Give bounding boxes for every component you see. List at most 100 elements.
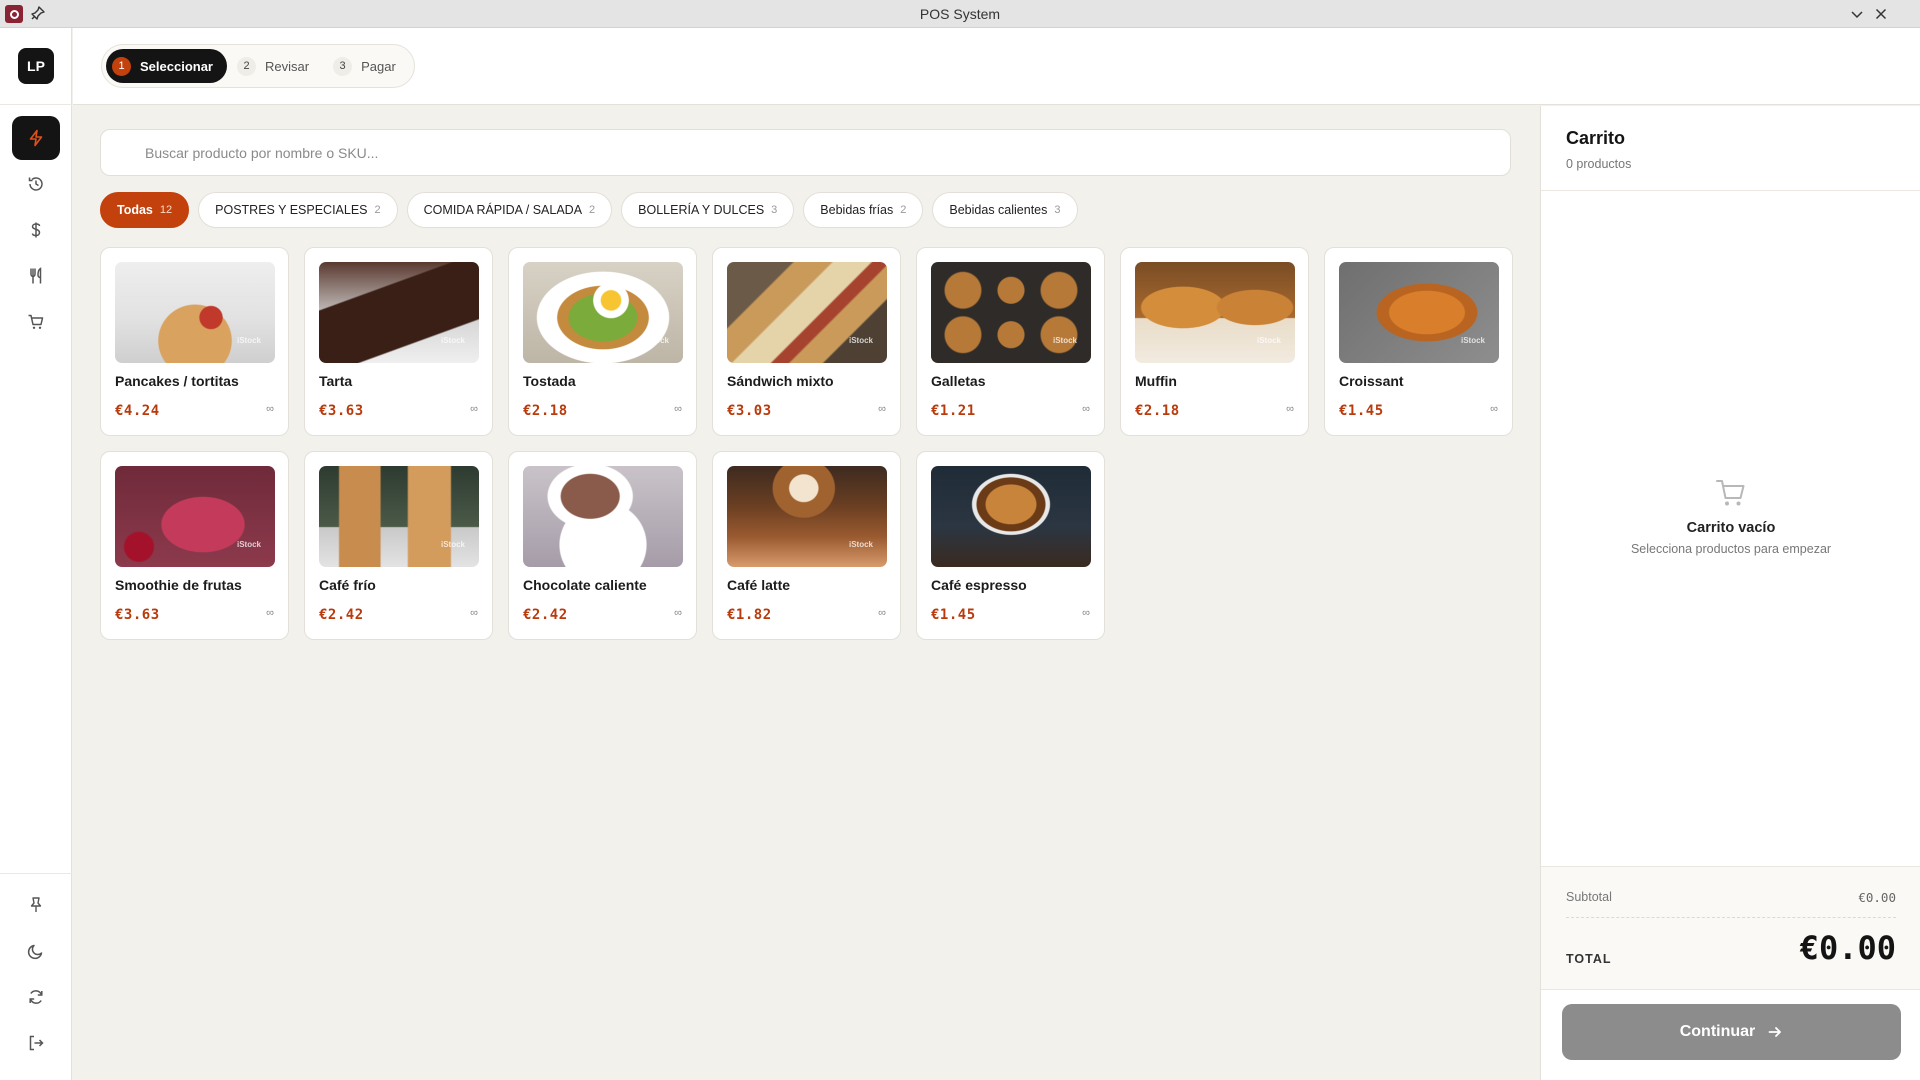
product-card[interactable]: iStock Café latte €1.82 ∞ bbox=[712, 451, 901, 640]
product-stock: ∞ bbox=[470, 403, 478, 415]
utensils-icon bbox=[30, 267, 42, 284]
step-review[interactable]: 2 Revisar bbox=[231, 49, 323, 83]
product-image: iStock bbox=[115, 466, 275, 567]
rail-item-sell[interactable] bbox=[12, 116, 60, 160]
product-image: iStock bbox=[319, 262, 479, 363]
product-image: iStock bbox=[319, 466, 479, 567]
product-name: Tarta bbox=[319, 373, 353, 389]
image-watermark: iStock bbox=[644, 336, 669, 345]
product-name: Sándwich mixto bbox=[727, 373, 834, 389]
cart-item-count: 0 productos bbox=[1566, 157, 1632, 171]
step-pay[interactable]: 3 Pagar bbox=[327, 49, 410, 83]
category-chip-fast-food[interactable]: COMIDA RÁPIDA / SALADA 2 bbox=[406, 192, 613, 228]
empty-cart-title: Carrito vacío bbox=[1686, 520, 1776, 536]
pin-icon bbox=[30, 897, 42, 912]
product-stock: ∞ bbox=[1490, 403, 1498, 415]
step-label: Pagar bbox=[361, 58, 396, 74]
product-stock: ∞ bbox=[878, 607, 886, 619]
rail-divider bbox=[0, 104, 72, 105]
product-card[interactable]: iStock Muffin €2.18 ∞ bbox=[1120, 247, 1309, 436]
lightning-icon bbox=[29, 129, 43, 147]
product-image: iStock bbox=[727, 466, 887, 567]
rail-divider-bottom bbox=[0, 873, 72, 874]
product-price: €3.63 bbox=[115, 607, 160, 623]
rail-item-history[interactable] bbox=[12, 162, 60, 206]
product-name: Café latte bbox=[727, 577, 791, 593]
cart-panel: Carrito 0 productos Carrito vacío Selecc… bbox=[1540, 106, 1920, 1080]
product-card[interactable]: iStock Galletas €1.21 ∞ bbox=[916, 247, 1105, 436]
product-name: Smoothie de frutas bbox=[115, 577, 242, 593]
product-price: €1.82 bbox=[727, 607, 772, 623]
cart-empty-state: Carrito vacío Selecciona productos para … bbox=[1541, 476, 1920, 556]
chip-count: 2 bbox=[900, 204, 907, 216]
category-chip-pastries[interactable]: BOLLERÍA Y DULCES 3 bbox=[621, 192, 795, 228]
product-card[interactable]: iStock Croissant €1.45 ∞ bbox=[1324, 247, 1513, 436]
product-image: iStock bbox=[115, 262, 275, 363]
product-card[interactable]: iStock Smoothie de frutas €3.63 ∞ bbox=[100, 451, 289, 640]
empty-cart-subtitle: Selecciona productos para empezar bbox=[1630, 542, 1832, 556]
product-card[interactable]: iStock Tostada €2.18 ∞ bbox=[508, 247, 697, 436]
rail-item-menu[interactable] bbox=[12, 254, 60, 298]
image-watermark: iStock bbox=[236, 336, 261, 345]
product-price: €2.42 bbox=[319, 607, 364, 623]
search-box bbox=[100, 129, 1511, 176]
product-card[interactable]: iStock Pancakes / tortitas €4.24 ∞ bbox=[100, 247, 289, 436]
category-filter: Todas 12 POSTRES Y ESPECIALES 2 COMIDA RÁP… bbox=[100, 192, 1078, 228]
top-header: 1 Seleccionar 2 Revisar 3 Pagar bbox=[73, 28, 1920, 105]
continue-button[interactable]: Continuar bbox=[1562, 1004, 1901, 1060]
chip-label: Bebidas frías bbox=[820, 203, 894, 217]
image-watermark: iStock bbox=[848, 540, 873, 549]
rail-item-pin[interactable] bbox=[12, 883, 60, 927]
rail-item-cart[interactable] bbox=[12, 300, 60, 344]
dollar-icon bbox=[31, 222, 41, 238]
close-icon[interactable] bbox=[1873, 6, 1889, 22]
product-stock: ∞ bbox=[674, 607, 682, 619]
image-watermark: iStock bbox=[440, 336, 465, 345]
product-stock: ∞ bbox=[878, 403, 886, 415]
chip-label: Bebidas calientes bbox=[949, 203, 1048, 217]
product-image bbox=[523, 466, 683, 567]
product-card[interactable]: iStock Tarta €3.63 ∞ bbox=[304, 247, 493, 436]
product-card[interactable]: iStock Sándwich mixto €3.03 ∞ bbox=[712, 247, 901, 436]
rail-item-logout[interactable] bbox=[12, 1021, 60, 1065]
subtotal-label: Subtotal bbox=[1566, 890, 1612, 904]
product-price: €1.21 bbox=[931, 403, 976, 419]
product-price: €3.03 bbox=[727, 403, 772, 419]
product-price: €2.18 bbox=[1135, 403, 1180, 419]
empty-cart-icon bbox=[1716, 480, 1745, 506]
logout-icon bbox=[29, 1035, 44, 1051]
image-watermark: iStock bbox=[440, 540, 465, 549]
moon-icon bbox=[27, 944, 43, 960]
product-stock: ∞ bbox=[1082, 403, 1090, 415]
chip-count: 2 bbox=[589, 204, 596, 216]
product-price: €4.24 bbox=[115, 403, 160, 419]
image-watermark: iStock bbox=[1052, 336, 1077, 345]
chip-label: POSTRES Y ESPECIALES bbox=[215, 203, 368, 217]
category-chip-desserts[interactable]: POSTRES Y ESPECIALES 2 bbox=[198, 192, 398, 228]
product-image: iStock bbox=[523, 262, 683, 363]
image-watermark: iStock bbox=[1256, 336, 1281, 345]
product-card[interactable]: Chocolate caliente €2.42 ∞ bbox=[508, 451, 697, 640]
rail-item-refresh[interactable] bbox=[12, 975, 60, 1019]
rail-item-theme[interactable] bbox=[12, 929, 60, 973]
user-avatar[interactable]: LP bbox=[18, 48, 54, 84]
step-label: Revisar bbox=[265, 58, 310, 74]
category-chip-hot-drinks[interactable]: Bebidas calientes 3 bbox=[932, 192, 1078, 228]
rail-item-cash[interactable] bbox=[12, 208, 60, 252]
step-select[interactable]: 1 Seleccionar bbox=[106, 49, 227, 83]
product-name: Galletas bbox=[931, 373, 986, 389]
category-chip-cold-drinks[interactable]: Bebidas frías 2 bbox=[803, 192, 924, 228]
minimize-chevron-icon[interactable] bbox=[1849, 6, 1865, 22]
chip-count: 3 bbox=[771, 204, 778, 216]
search-icon bbox=[118, 146, 133, 161]
product-card[interactable]: iStock Café frío €2.42 ∞ bbox=[304, 451, 493, 640]
cart-icon bbox=[28, 314, 44, 329]
product-stock: ∞ bbox=[1082, 607, 1090, 619]
category-chip-all[interactable]: Todas 12 bbox=[100, 192, 190, 228]
product-image: iStock bbox=[1135, 262, 1295, 363]
search-input[interactable] bbox=[145, 130, 1495, 175]
product-card[interactable]: Café espresso €1.45 ∞ bbox=[916, 451, 1105, 640]
chip-label: COMIDA RÁPIDA / SALADA bbox=[423, 203, 583, 217]
product-price: €2.42 bbox=[523, 607, 568, 623]
product-name: Muffin bbox=[1135, 373, 1177, 389]
